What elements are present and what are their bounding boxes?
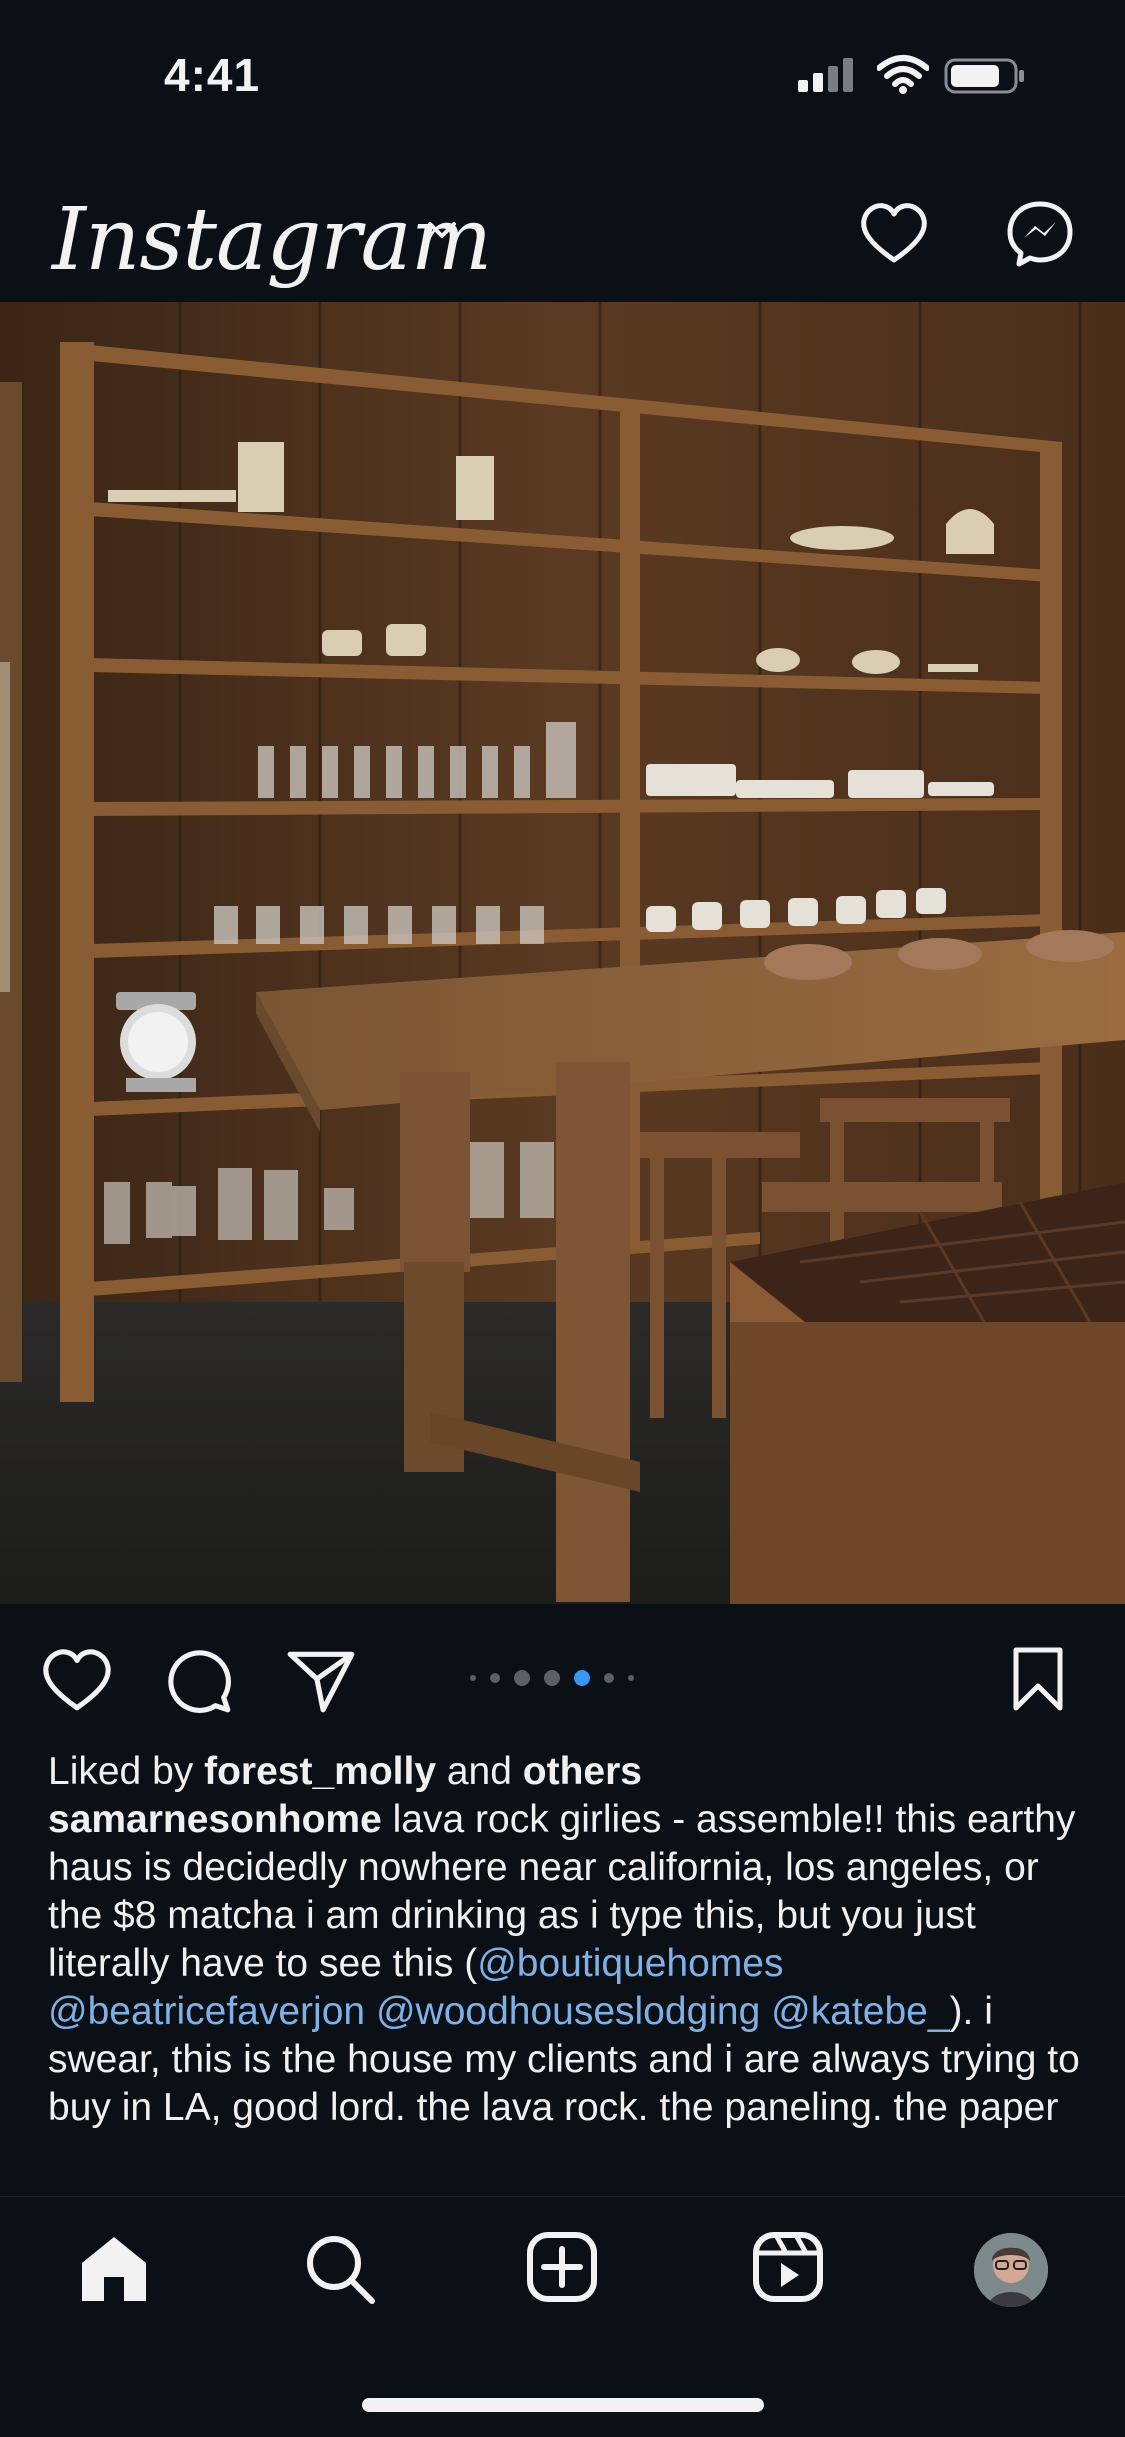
profile-avatar[interactable] (974, 2233, 1048, 2307)
carousel-dot (470, 1675, 476, 1681)
carousel-dot (514, 1670, 530, 1686)
like-heart-icon[interactable] (40, 1644, 114, 1718)
app-header: Instagram (0, 170, 1125, 300)
status-bar: 4:41 (0, 0, 1125, 150)
mention-link[interactable]: @woodhouseslodging (376, 1990, 760, 2033)
liked-by-line: Liked by forest_molly and others (48, 1748, 1088, 1796)
mention-link[interactable]: @katebe_ (771, 1990, 949, 2033)
search-icon[interactable] (302, 2231, 378, 2307)
wifi-icon (877, 55, 929, 94)
post-photo[interactable] (0, 302, 1125, 1604)
battery-icon (944, 58, 1024, 94)
liked-by-middle: and (436, 1750, 523, 1793)
carousel-dot (604, 1673, 614, 1683)
caption-area: Liked by forest_molly and others samarne… (0, 1748, 1125, 2194)
new-post-icon[interactable] (526, 2231, 598, 2303)
home-icon[interactable] (76, 2231, 152, 2307)
liked-by-user[interactable]: forest_molly (204, 1750, 436, 1793)
carousel-dot (628, 1675, 634, 1681)
heart-icon[interactable] (858, 198, 930, 270)
carousel-indicator (470, 1670, 634, 1686)
avatar-image (974, 2233, 1048, 2307)
post-actions (0, 1640, 1125, 1720)
liked-by-prefix: Liked by (48, 1750, 205, 1793)
bookmark-icon[interactable] (1010, 1646, 1066, 1712)
share-send-icon[interactable] (284, 1644, 358, 1718)
comment-icon[interactable] (162, 1644, 236, 1718)
caption-username[interactable]: samarnesonhome (48, 1798, 382, 1841)
caption-text-block: Liked by forest_molly and others samarne… (48, 1748, 1088, 2132)
mention-link[interactable]: @boutiquehomes (477, 1942, 783, 1985)
carousel-dot-active (574, 1670, 590, 1686)
chevron-down-icon[interactable] (424, 216, 460, 246)
carousel-dot (490, 1673, 500, 1683)
home-indicator[interactable] (362, 2398, 764, 2412)
status-time: 4:41 (164, 49, 261, 101)
kitchen-interior-image (0, 302, 1125, 1604)
cellular-signal-icon (798, 58, 853, 92)
mention-link[interactable]: @beatricefaverjon (48, 1990, 365, 2033)
reels-icon[interactable] (752, 2231, 824, 2303)
carousel-dot (544, 1670, 560, 1686)
post-caption: samarnesonhome lava rock girlies - assem… (48, 1796, 1088, 2132)
liked-by-others[interactable]: others (523, 1750, 642, 1793)
messenger-icon[interactable] (1004, 198, 1076, 270)
